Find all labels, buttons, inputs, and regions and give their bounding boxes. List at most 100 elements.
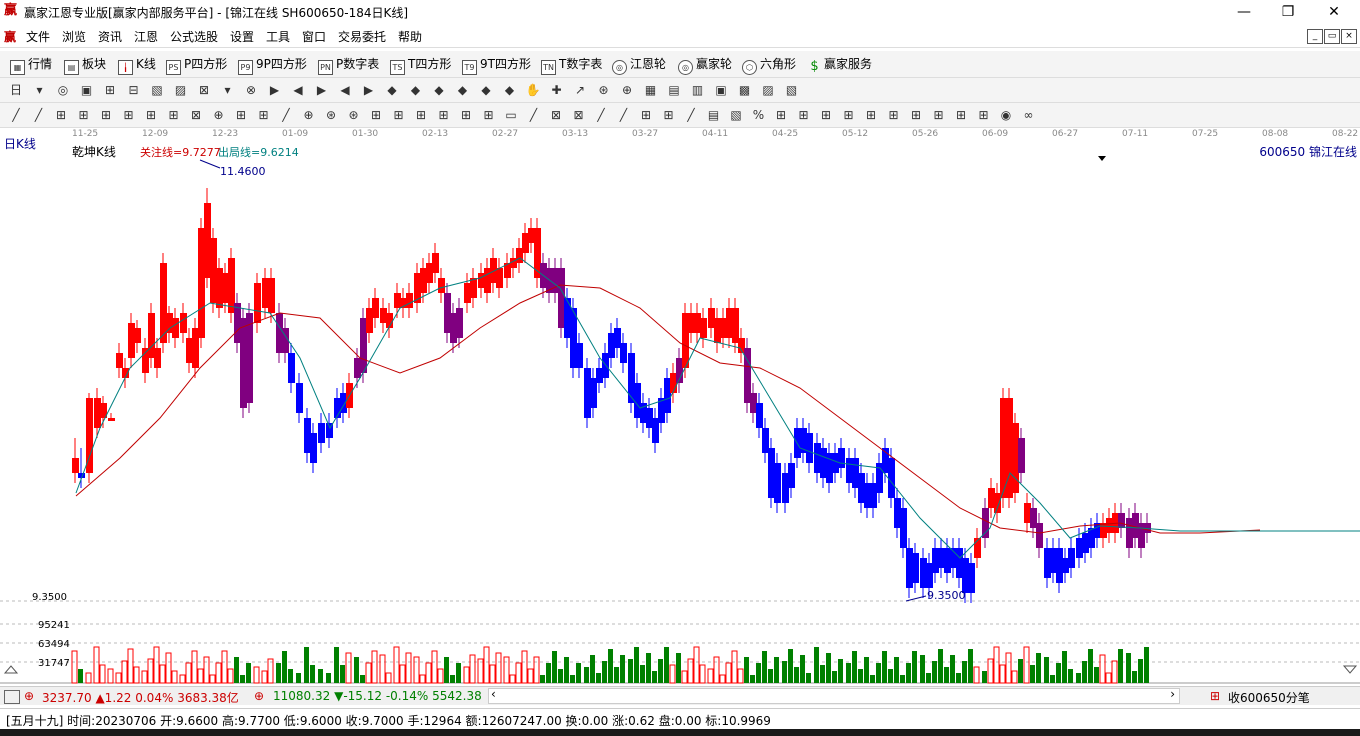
toolbar-tool-icon[interactable]: ▧ [149,82,165,98]
drawing-tool-icon[interactable]: ⊞ [886,107,902,123]
drawing-tool-icon[interactable]: ⊕ [301,107,317,123]
drawing-tool-icon[interactable]: ⊕ [211,107,227,123]
toolbar-tool-icon[interactable]: ⊗ [243,82,259,98]
drawing-tool-icon[interactable]: ⊞ [53,107,69,123]
menu-settings[interactable]: 设置 [230,28,254,45]
drawing-tool-icon[interactable]: ⊞ [436,107,452,123]
drawing-tool-icon[interactable]: ⊞ [98,107,114,123]
drawing-tool-icon[interactable]: ⊞ [796,107,812,123]
drawing-tool-icon[interactable]: ⊞ [458,107,474,123]
drawing-tool-icon[interactable]: ╱ [683,107,699,123]
drawing-tool-icon[interactable]: ▤ [706,107,722,123]
drawing-tool-icon[interactable]: ▧ [728,107,744,123]
gann-wheel-button[interactable]: ◎ 江恩轮 [612,55,666,75]
toolbar-tool-icon[interactable]: ◆ [384,82,400,98]
toolbar-tool-icon[interactable]: ▩ [737,82,753,98]
toolbar-tool-icon[interactable]: ⊛ [596,82,612,98]
winner-service-button[interactable]: $ 赢家服务 [808,55,872,73]
drawing-tool-icon[interactable]: ╱ [8,107,24,123]
drawing-tool-icon[interactable]: ⊠ [188,107,204,123]
drawing-tool-icon[interactable]: ⊞ [953,107,969,123]
quotes-button[interactable]: ▦ 行情 [10,55,52,75]
drawing-tool-icon[interactable]: ⊞ [413,107,429,123]
drawing-tool-icon[interactable]: ╱ [593,107,609,123]
drawing-tool-icon[interactable]: ⊞ [391,107,407,123]
toolbar-tool-icon[interactable]: ✚ [549,82,565,98]
menu-trade[interactable]: 交易委托 [338,28,386,45]
toolbar-tool-icon[interactable]: ↗ [572,82,588,98]
drawing-tool-icon[interactable]: ╱ [616,107,632,123]
toolbar-tool-icon[interactable]: ▨ [760,82,776,98]
kline-button[interactable]: ╽ K线 [118,55,156,75]
drawing-tool-icon[interactable]: ⊞ [818,107,834,123]
9p-square-button[interactable]: P9 9P四方形 [238,55,307,75]
toolbar-tool-icon[interactable]: ⊕ [619,82,635,98]
menu-help[interactable]: 帮助 [398,28,422,45]
drawing-tool-icon[interactable]: ▭ [503,107,519,123]
toolbar-tool-icon[interactable]: ▨ [173,82,189,98]
minimize-button[interactable]: — [1222,2,1266,22]
toolbar-tool-icon[interactable]: ◆ [478,82,494,98]
drawing-tool-icon[interactable]: ⊞ [256,107,272,123]
drawing-tool-icon[interactable]: ⊞ [931,107,947,123]
kline-chart[interactable]: 9.3500 95241 63494 31747 11.4600 9.3500 [0,128,1360,684]
mdi-restore-button[interactable]: ▭ [1324,29,1340,44]
drawing-tool-icon[interactable]: ⊛ [323,107,339,123]
grid-icon[interactable] [4,690,20,704]
drawing-tool-icon[interactable]: % [751,107,767,123]
toolbar-tool-icon[interactable]: ⊞ [102,82,118,98]
drawing-tool-icon[interactable]: ⊞ [976,107,992,123]
toolbar-tool-icon[interactable]: ◆ [408,82,424,98]
toolbar-tool-icon[interactable]: ▶ [267,82,283,98]
toolbar-tool-icon[interactable]: ⊠ [196,82,212,98]
menu-formula[interactable]: 公式选股 [170,28,218,45]
drawing-tool-icon[interactable]: ⊞ [166,107,182,123]
t-number-table-button[interactable]: TN T数字表 [541,55,602,75]
drawing-tool-icon[interactable]: ⊞ [143,107,159,123]
menu-gann[interactable]: 江恩 [134,28,158,45]
sectors-button[interactable]: ▤ 板块 [64,55,106,75]
drawing-tool-icon[interactable]: ⊞ [908,107,924,123]
drawing-tool-icon[interactable]: ⊞ [863,107,879,123]
menu-tools[interactable]: 工具 [266,28,290,45]
scroll-left-icon[interactable]: ‹ [491,687,496,701]
toolbar-tool-icon[interactable]: ▤ [666,82,682,98]
mdi-close-button[interactable]: × [1341,29,1357,44]
drawing-tool-icon[interactable]: ⊞ [661,107,677,123]
scroll-right-icon[interactable]: › [1170,687,1175,701]
drawing-tool-icon[interactable]: ⊞ [841,107,857,123]
toolbar-tool-icon[interactable]: ✋ [525,82,541,98]
toolbar-tool-icon[interactable]: ◀ [290,82,306,98]
toolbar-tool-icon[interactable]: ▣ [79,82,95,98]
drawing-tool-icon[interactable]: ⊞ [76,107,92,123]
t-square-button[interactable]: TS T四方形 [390,55,451,75]
toolbar-tool-icon[interactable]: ▦ [643,82,659,98]
drawing-tool-icon[interactable]: ⊞ [773,107,789,123]
toolbar-tool-icon[interactable]: 日 [8,82,24,98]
toolbar-tool-icon[interactable]: ▥ [690,82,706,98]
drawing-tool-icon[interactable]: ⊞ [481,107,497,123]
drawing-tool-icon[interactable]: ⊛ [346,107,362,123]
drawing-tool-icon[interactable]: ╱ [31,107,47,123]
drawing-tool-icon[interactable]: ◉ [998,107,1014,123]
toolbar-tool-icon[interactable]: ◆ [455,82,471,98]
9t-square-button[interactable]: T9 9T四方形 [462,55,531,75]
chart-area[interactable]: 11-25 12-09 12-23 01-09 01-30 02-13 02-27 03-13… [0,128,1360,684]
p-number-table-button[interactable]: PN P数字表 [318,55,379,75]
drawing-tool-icon[interactable]: ⊠ [548,107,564,123]
toolbar-tool-icon[interactable]: ⊟ [126,82,142,98]
toolbar-tool-icon[interactable]: ▾ [32,82,48,98]
drawing-tool-icon[interactable]: ╱ [526,107,542,123]
menu-info[interactable]: 资讯 [98,28,122,45]
toolbar-tool-icon[interactable]: ▣ [713,82,729,98]
menu-window[interactable]: 窗口 [302,28,326,45]
drawing-tool-icon[interactable]: ⊠ [571,107,587,123]
restore-button[interactable]: ❐ [1266,2,1310,22]
toolbar-tool-icon[interactable]: ◎ [55,82,71,98]
toolbar-tool-icon[interactable]: ▶ [361,82,377,98]
drawing-tool-icon[interactable]: ⊞ [233,107,249,123]
p-square-button[interactable]: PS P四方形 [166,55,227,75]
drawing-tool-icon[interactable]: ⊞ [368,107,384,123]
collect-ticks[interactable]: 收600650分笔 [1228,689,1310,706]
drawing-tool-icon[interactable]: ⊞ [638,107,654,123]
